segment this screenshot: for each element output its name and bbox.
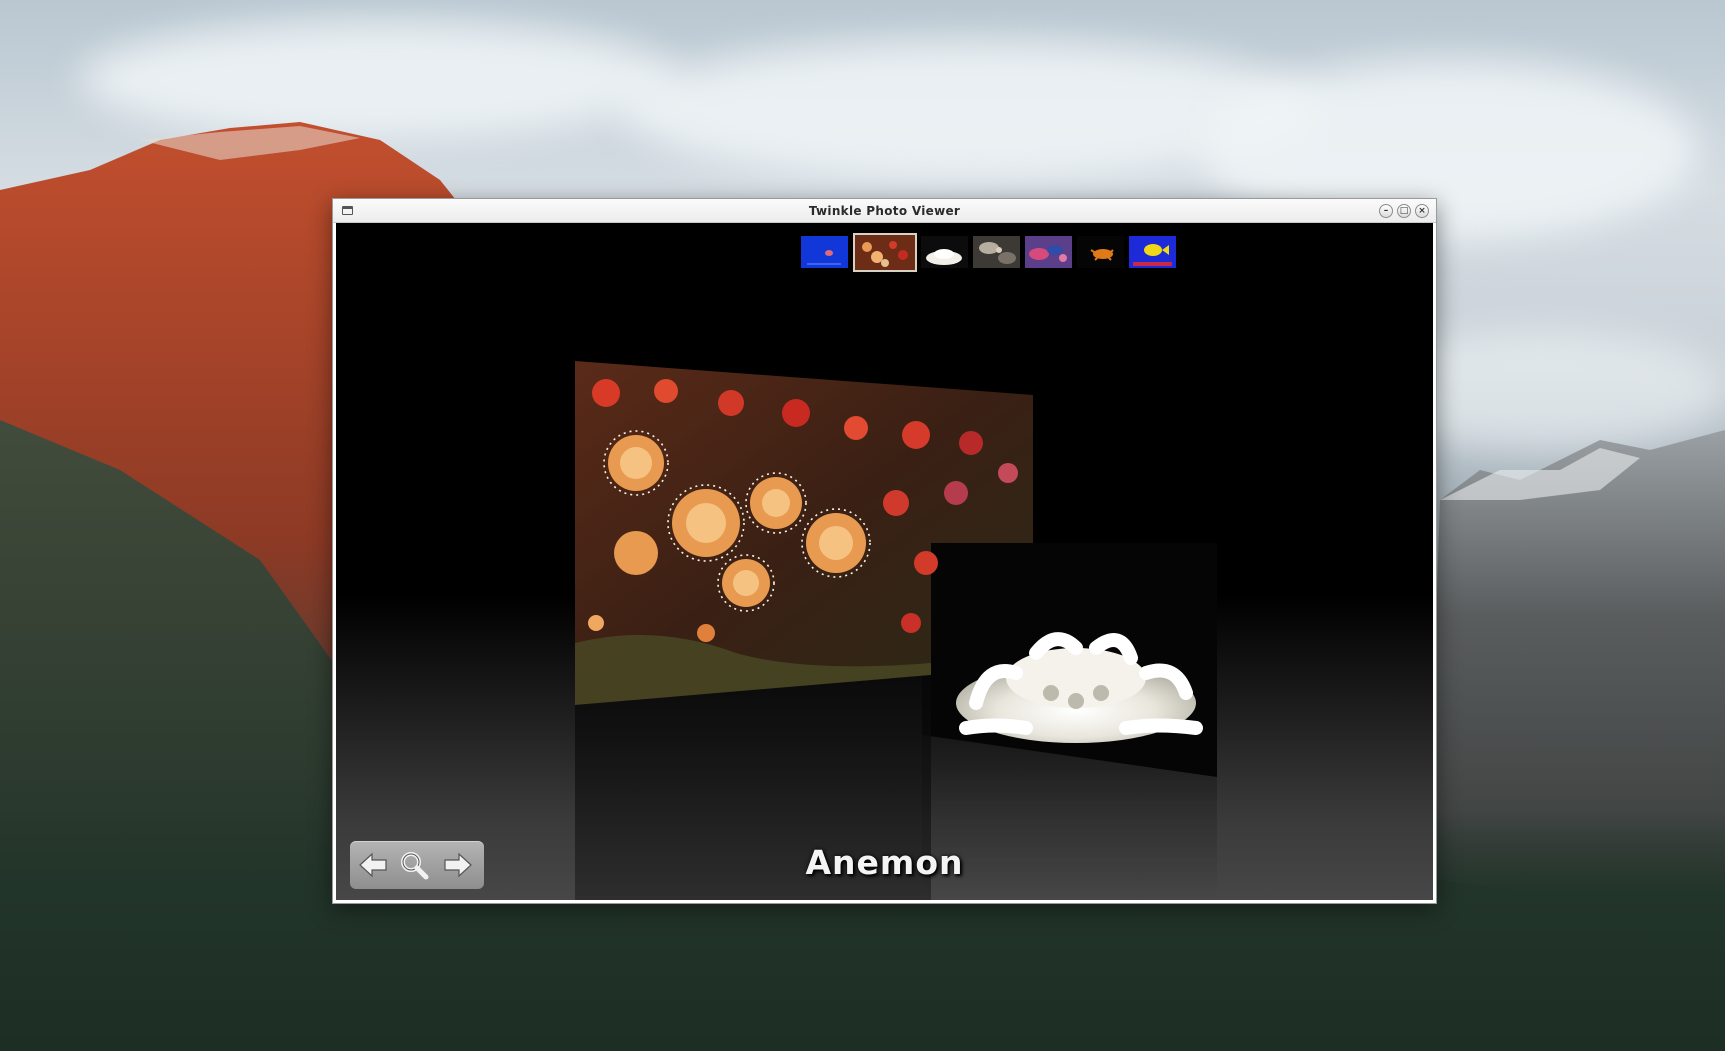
- minimize-button[interactable]: –: [1379, 204, 1393, 218]
- navigation-controls: [350, 841, 484, 889]
- close-button[interactable]: ×: [1415, 204, 1429, 218]
- photo-viewer-canvas: Anemon: [336, 223, 1433, 900]
- photo-caption: Anemon: [805, 843, 964, 882]
- title-bar[interactable]: Twinkle Photo Viewer – □ ×: [333, 199, 1436, 223]
- arrow-right-icon[interactable]: [441, 850, 475, 880]
- photo-stage: [575, 361, 1217, 900]
- window-title: Twinkle Photo Viewer: [808, 204, 961, 218]
- maximize-button[interactable]: □: [1397, 204, 1411, 218]
- app-window: Twinkle Photo Viewer – □ × Anemon: [332, 198, 1437, 904]
- magnifier-icon[interactable]: [398, 850, 432, 880]
- arrow-left-icon[interactable]: [356, 850, 390, 880]
